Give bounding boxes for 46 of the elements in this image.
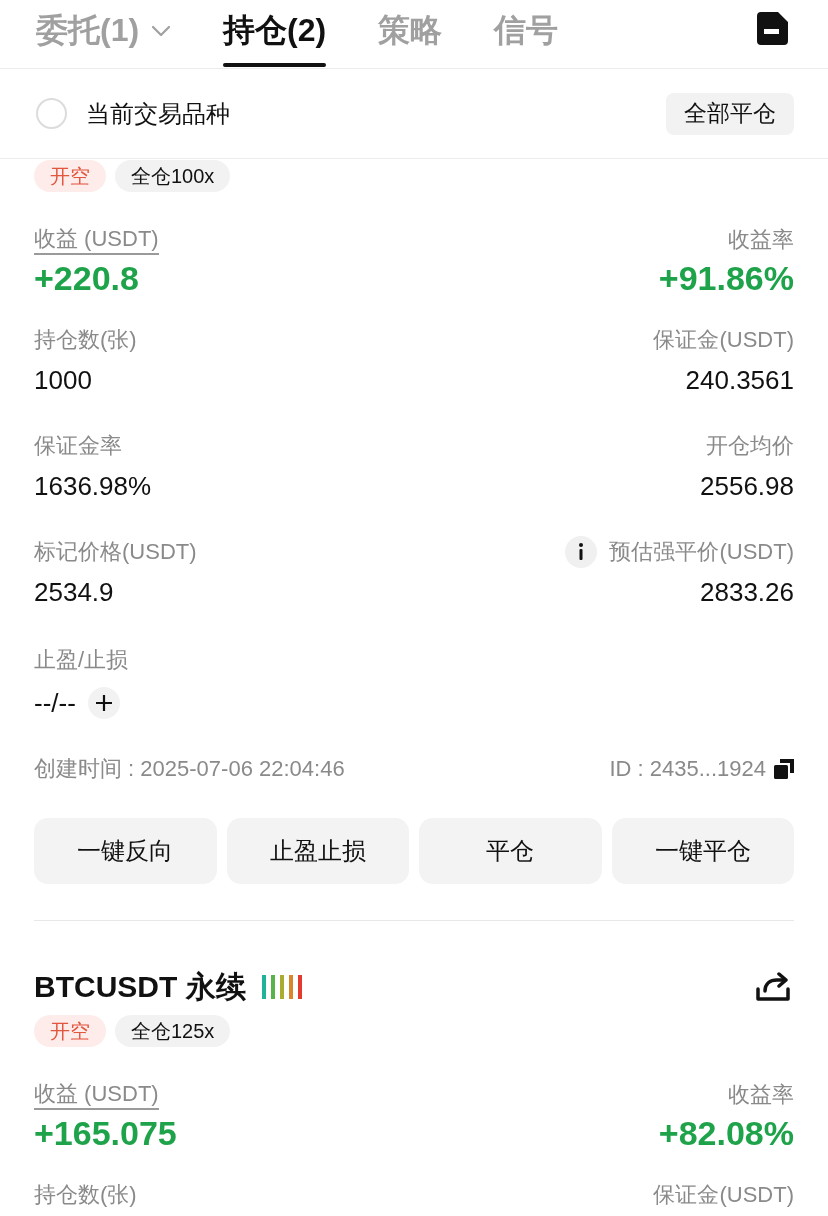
metric-label: 标记价格(USDT) xyxy=(34,538,197,566)
side-tag: 开空 xyxy=(34,160,106,192)
position-title: BTCUSDT 永续 xyxy=(34,969,246,1005)
tp-sl-label: 止盈/止损 xyxy=(34,646,129,674)
action-button[interactable]: 止盈止损 xyxy=(226,818,409,884)
leverage-tag: 全仓100x xyxy=(115,160,231,192)
metric-label: 收益率 xyxy=(728,226,794,254)
created-time: 创建时间 : 2025-07-06 22:04:46 xyxy=(34,755,345,783)
metric-value: 1636.98% xyxy=(34,470,152,503)
side-tag: 开空 xyxy=(34,1015,106,1047)
profit-value: +165.075 xyxy=(34,1113,177,1153)
metric-value: 2534.9 xyxy=(34,576,114,609)
metric-label: 收益 (USDT) xyxy=(34,225,159,255)
metric-label: 预估强平价(USDT) xyxy=(609,538,794,566)
radio-button[interactable] xyxy=(36,98,67,129)
document-icon[interactable] xyxy=(757,12,788,45)
tab[interactable]: 持仓(2) xyxy=(223,0,327,68)
close-all-button[interactable]: 全部平仓 xyxy=(666,92,794,135)
metric-label: 保证金(USDT) xyxy=(653,1181,794,1209)
metric-label: 开仓均价 xyxy=(706,432,794,460)
action-button[interactable]: 一键平仓 xyxy=(611,818,794,884)
share-icon[interactable] xyxy=(756,972,790,1002)
add-button[interactable] xyxy=(87,687,120,719)
metric-label: 保证金率 xyxy=(34,432,122,460)
metric-value: 1000 xyxy=(34,364,92,397)
bars-icon xyxy=(261,975,302,999)
profit-value: +220.8 xyxy=(34,258,139,298)
position-id: ID : 2435...1924 xyxy=(609,755,766,783)
profit-value: +82.08% xyxy=(658,1113,794,1153)
action-button[interactable]: 一键反向 xyxy=(34,818,217,884)
copy-icon[interactable] xyxy=(774,759,794,779)
metric-label: 收益率 xyxy=(728,1081,794,1109)
metric-label: 持仓数(张) xyxy=(34,1181,137,1209)
leverage-tag: 全仓125x xyxy=(115,1015,231,1047)
tp-sl-value: --/-- xyxy=(34,687,76,720)
info-icon[interactable] xyxy=(565,536,598,568)
metric-label: 持仓数(张) xyxy=(34,326,137,354)
metric-label: 收益 (USDT) xyxy=(34,1080,159,1110)
metric-value: 2556.98 xyxy=(700,470,794,503)
plus-icon xyxy=(95,695,112,711)
metric-value: 240.3561 xyxy=(685,364,794,397)
filter-label: 当前交易品种 xyxy=(86,98,230,129)
metric-value: 2833.26 xyxy=(700,576,794,609)
metric-label: 保证金(USDT) xyxy=(653,326,794,354)
profit-value: +91.86% xyxy=(658,258,794,298)
action-button[interactable]: 平仓 xyxy=(419,818,602,884)
